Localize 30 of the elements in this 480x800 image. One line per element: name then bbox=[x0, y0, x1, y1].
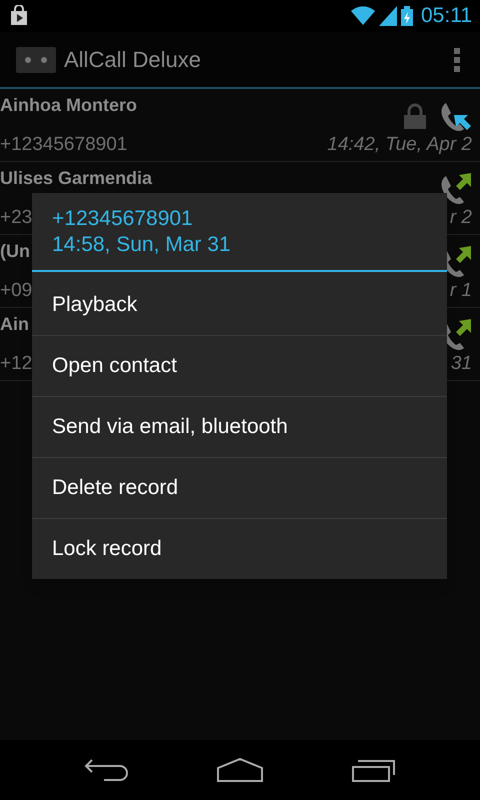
contact-name: Ulises Garmendia bbox=[0, 167, 152, 190]
phone-number: +23 bbox=[0, 206, 32, 230]
call-time: r 2 bbox=[450, 206, 472, 230]
menu-item[interactable]: Lock record bbox=[32, 518, 447, 579]
menu-item[interactable]: Delete record bbox=[32, 457, 447, 518]
phone-number: +09 bbox=[0, 279, 32, 303]
phone-number: +12345678901 bbox=[0, 133, 128, 157]
menu-subtitle: 14:58, Sun, Mar 31 bbox=[52, 232, 232, 258]
menu-item[interactable]: Playback bbox=[32, 274, 447, 335]
overflow-menu-icon[interactable] bbox=[454, 48, 460, 72]
signal-icon bbox=[379, 6, 397, 26]
contact-name: Ainhoa Montero bbox=[0, 94, 137, 117]
contact-name: Ain bbox=[0, 313, 29, 336]
phone-number: +12 bbox=[0, 352, 32, 376]
cassette-icon bbox=[16, 46, 56, 72]
app-title: AllCall Deluxe bbox=[64, 46, 201, 74]
call-time: 31 bbox=[450, 352, 472, 376]
menu-title: +12345678901 bbox=[52, 206, 194, 232]
battery-icon bbox=[401, 6, 413, 26]
menu-item[interactable]: Open contact bbox=[32, 335, 447, 396]
menu-item[interactable]: Send via email, bluetooth bbox=[32, 396, 447, 457]
clock: 05:11 bbox=[421, 3, 472, 30]
store-notification-icon bbox=[8, 5, 30, 27]
call-time: 14:42, Tue, Apr 2 bbox=[327, 133, 472, 157]
contact-name: (Un bbox=[0, 240, 30, 263]
recent-apps-icon[interactable] bbox=[352, 758, 396, 782]
call-time: r 1 bbox=[450, 279, 472, 303]
wifi-icon bbox=[351, 6, 375, 26]
home-icon[interactable] bbox=[216, 758, 263, 782]
back-icon[interactable] bbox=[84, 758, 128, 782]
